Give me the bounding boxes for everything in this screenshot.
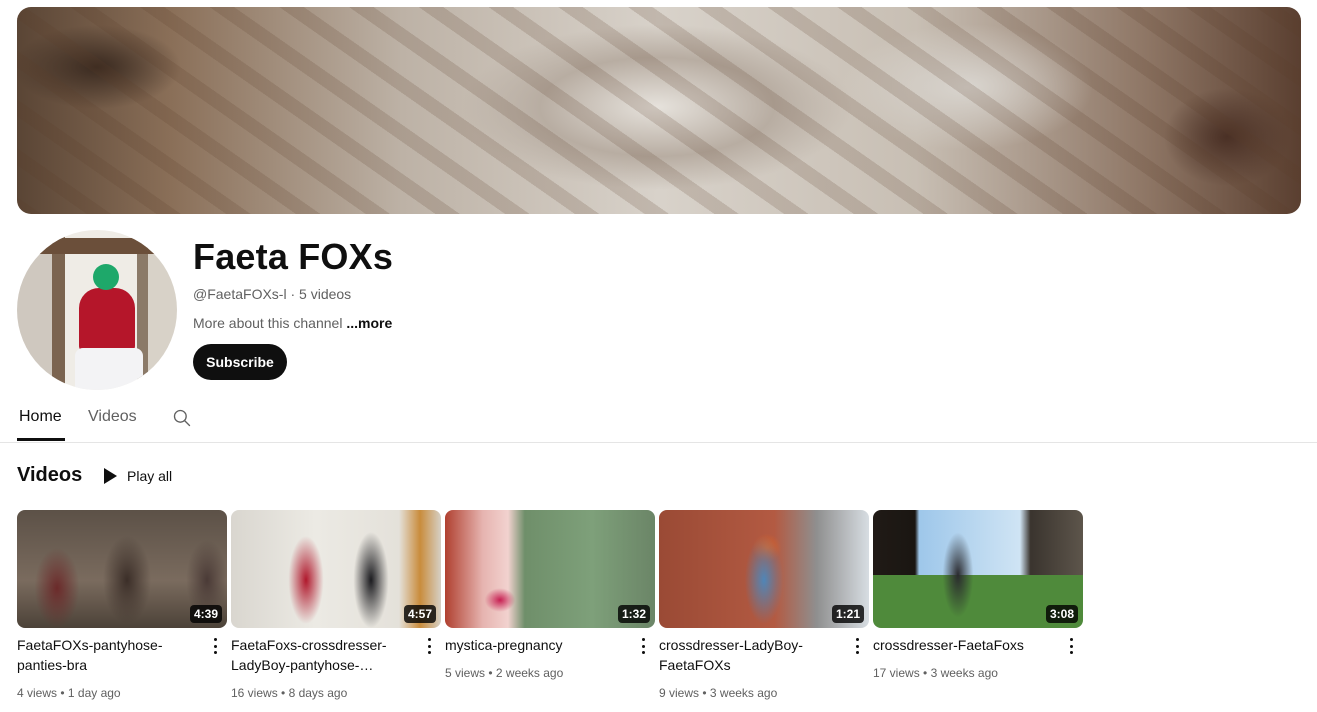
video-card[interactable]: 1:32 mystica-pregnancy 5 views • 2 weeks… bbox=[445, 510, 655, 680]
channel-avatar[interactable] bbox=[17, 230, 177, 390]
channel-about-link[interactable]: More about this channel ...more bbox=[193, 315, 392, 331]
video-thumbnail[interactable]: 4:57 bbox=[231, 510, 441, 628]
video-duration: 4:39 bbox=[189, 605, 222, 623]
video-views: 4 views bbox=[17, 686, 58, 700]
video-title[interactable]: crossdresser-FaetaFoxs bbox=[873, 635, 1059, 655]
search-icon[interactable] bbox=[172, 408, 192, 428]
more-vert-icon[interactable] bbox=[207, 636, 223, 656]
video-views: 16 views bbox=[231, 686, 278, 700]
video-title[interactable]: crossdresser-LadyBoy-FaetaFOXs bbox=[659, 635, 845, 675]
more-vert-icon[interactable] bbox=[635, 636, 651, 656]
video-age: 3 weeks ago bbox=[709, 686, 778, 700]
video-age: 1 day ago bbox=[67, 686, 121, 700]
video-card[interactable]: 1:21 crossdresser-LadyBoy-FaetaFOXs 9 vi… bbox=[659, 510, 869, 700]
more-vert-icon[interactable] bbox=[1063, 636, 1079, 656]
channel-name: Faeta FOXs bbox=[193, 236, 394, 277]
play-all-button[interactable]: Play all bbox=[98, 462, 172, 490]
video-card[interactable]: 4:57 FaetaFoxs-crossdresser-LadyBoy-pant… bbox=[231, 510, 441, 700]
video-meta: 4 views • 1 day ago bbox=[17, 686, 121, 700]
video-duration: 1:32 bbox=[617, 605, 650, 623]
more-vert-icon[interactable] bbox=[849, 636, 865, 656]
play-all-label: Play all bbox=[127, 468, 173, 484]
video-duration: 4:57 bbox=[403, 605, 436, 623]
channel-tabs: Home Videos bbox=[0, 396, 1317, 443]
subscribe-button[interactable]: Subscribe bbox=[193, 344, 287, 380]
video-title[interactable]: mystica-pregnancy bbox=[445, 635, 631, 655]
video-duration: 3:08 bbox=[1045, 605, 1078, 623]
video-card[interactable]: 3:08 crossdresser-FaetaFoxs 17 views • 3… bbox=[873, 510, 1083, 680]
meta-separator: · bbox=[290, 286, 300, 302]
video-views: 9 views bbox=[659, 686, 700, 700]
channel-banner bbox=[17, 7, 1301, 214]
video-thumbnail[interactable]: 1:32 bbox=[445, 510, 655, 628]
channel-handle: @FaetaFOXs-l bbox=[193, 286, 287, 302]
video-meta: 9 views • 3 weeks ago bbox=[659, 686, 778, 700]
video-count: 5 videos bbox=[299, 286, 352, 302]
video-thumbnail[interactable]: 4:39 bbox=[17, 510, 227, 628]
video-age: 3 weeks ago bbox=[930, 666, 998, 680]
play-icon bbox=[104, 468, 117, 484]
video-title[interactable]: FaetaFOXs-pantyhose-panties-bra bbox=[17, 635, 203, 675]
about-text: More about this channel bbox=[193, 315, 343, 331]
more-vert-icon[interactable] bbox=[421, 636, 437, 656]
channel-meta: @FaetaFOXs-l · 5 videos bbox=[193, 286, 351, 302]
video-card[interactable]: 4:39 FaetaFOXs-pantyhose-panties-bra 4 v… bbox=[17, 510, 227, 700]
video-views: 5 views bbox=[445, 666, 486, 680]
about-more[interactable]: ...more bbox=[346, 315, 392, 331]
video-thumbnail[interactable]: 1:21 bbox=[659, 510, 869, 628]
tab-home-underline bbox=[17, 438, 65, 441]
video-views: 17 views bbox=[873, 666, 920, 680]
video-duration: 1:21 bbox=[831, 605, 864, 623]
video-meta: 5 views • 2 weeks ago bbox=[445, 666, 564, 680]
section-title: Videos bbox=[17, 464, 83, 486]
tab-home[interactable]: Home bbox=[19, 408, 62, 426]
video-age: 2 weeks ago bbox=[495, 666, 564, 680]
video-title[interactable]: FaetaFoxs-crossdresser-LadyBoy-pantyhose… bbox=[231, 635, 417, 675]
video-thumbnail[interactable]: 3:08 bbox=[873, 510, 1083, 628]
video-meta: 16 views • 8 days ago bbox=[231, 686, 348, 700]
video-meta: 17 views • 3 weeks ago bbox=[873, 666, 998, 680]
tab-videos[interactable]: Videos bbox=[88, 408, 137, 426]
video-age: 8 days ago bbox=[288, 686, 348, 700]
